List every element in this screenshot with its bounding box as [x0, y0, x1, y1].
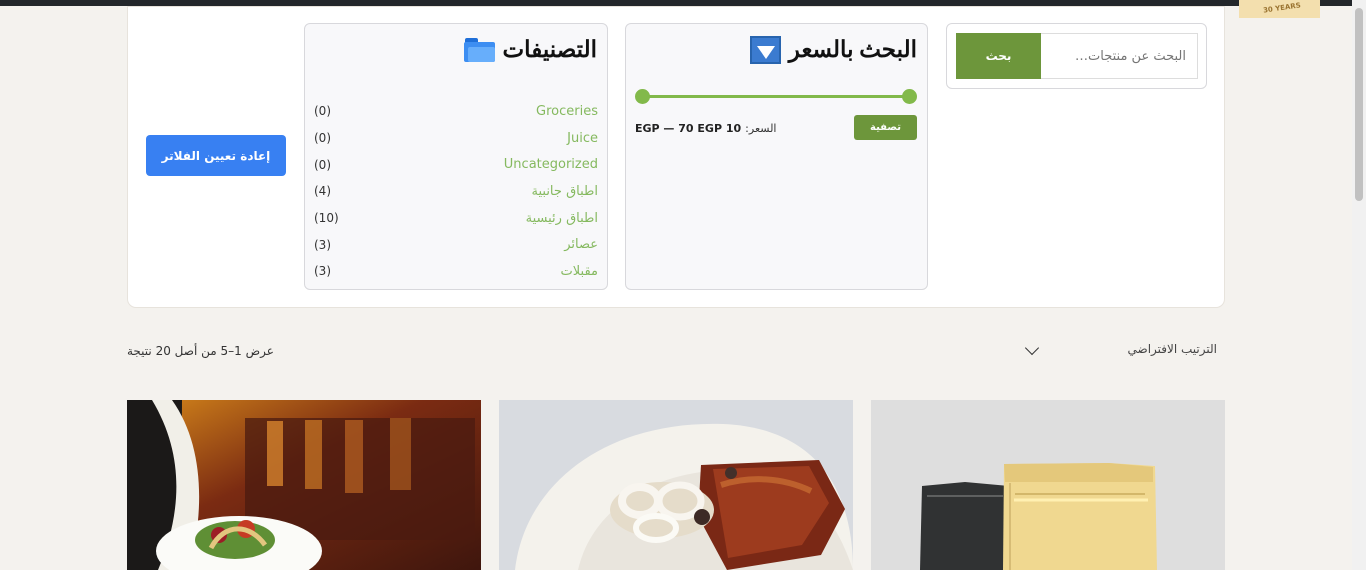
grilled-steak-plate-photo — [499, 400, 853, 570]
site-logo[interactable]: 30 YEARS — [1239, 0, 1320, 18]
chevron-down-icon — [1024, 340, 1040, 356]
price-filter-title: البحث بالسعر — [788, 37, 917, 62]
result-count: عرض 1–5 من أصل 20 نتيجة — [127, 344, 274, 358]
product-card-restaurant-image[interactable] — [127, 400, 481, 570]
folder-icon-front — [467, 47, 495, 62]
category-item: (0) Juice — [314, 125, 598, 152]
category-item: (3) مقبلات — [314, 258, 598, 285]
categories-title: التصنيفات — [502, 37, 597, 62]
category-item: (0) Uncategorized — [314, 151, 598, 178]
scrollbar-thumb[interactable] — [1355, 8, 1363, 201]
category-link[interactable]: Groceries — [536, 104, 598, 119]
category-link[interactable]: اطباق رئيسية — [526, 211, 598, 226]
product-search-widget: بحث — [946, 23, 1207, 89]
price-label: السعر: — [745, 122, 777, 135]
categories-header: التصنيفات — [463, 34, 597, 66]
price-range-display: السعر: 10 EGP — 70 EGP — [635, 122, 776, 135]
category-item: (0) Groceries — [314, 98, 598, 125]
category-link[interactable]: Juice — [567, 131, 598, 146]
price-range-value: 10 EGP — 70 EGP — [635, 122, 742, 135]
funnel-icon — [749, 36, 781, 64]
category-count: (10) — [314, 211, 339, 226]
category-count: (0) — [314, 104, 331, 119]
price-slider-max-handle[interactable] — [902, 89, 917, 104]
category-link[interactable]: عصائر — [564, 237, 598, 252]
page-scrollbar[interactable] — [1352, 0, 1366, 570]
logo-text: 30 YEARS — [1262, 1, 1302, 15]
price-filter-button[interactable]: تصفية — [854, 115, 917, 140]
product-filter-panel: بحث البحث بالسعر السعر: 10 EGP — 70 EGP … — [127, 6, 1225, 308]
category-link[interactable]: مقبلات — [561, 264, 598, 279]
category-link[interactable]: Uncategorized — [504, 157, 598, 172]
category-count: (3) — [314, 237, 331, 252]
category-count: (4) — [314, 184, 331, 199]
product-card-steak-image[interactable] — [499, 400, 853, 570]
categories-widget: التصنيفات (0) Groceries (0) Juice (0) Un… — [304, 23, 608, 290]
category-count: (3) — [314, 264, 331, 279]
sort-order-select[interactable]: الترتيب الافتراضي — [1020, 333, 1223, 363]
category-item: (3) عصائر — [314, 231, 598, 258]
category-item: (4) اطباق جانبية — [314, 178, 598, 205]
black-and-gold-pouch-packaging-photo — [871, 400, 1225, 570]
category-list: (0) Groceries (0) Juice (0) Uncategorize… — [314, 98, 598, 285]
price-slider-track[interactable] — [642, 95, 910, 98]
search-button[interactable]: بحث — [956, 33, 1041, 79]
sort-selected-label: الترتيب الافتراضي — [1127, 342, 1217, 356]
price-slider-min-handle[interactable] — [635, 89, 650, 104]
product-card-packaging-image[interactable] — [871, 400, 1225, 570]
category-link[interactable]: اطباق جانبية — [532, 184, 599, 199]
folder-icon — [463, 38, 495, 62]
category-count: (0) — [314, 131, 331, 146]
product-search-input[interactable] — [1041, 33, 1198, 79]
category-count: (0) — [314, 157, 331, 172]
price-filter-widget: البحث بالسعر السعر: 10 EGP — 70 EGP تصفي… — [625, 23, 928, 290]
restaurant-server-salad-photo — [127, 400, 481, 570]
category-item: (10) اطباق رئيسية — [314, 205, 598, 232]
price-filter-header: البحث بالسعر — [749, 34, 917, 66]
reset-filters-button[interactable]: إعادة تعيين الفلاتر — [146, 135, 286, 176]
